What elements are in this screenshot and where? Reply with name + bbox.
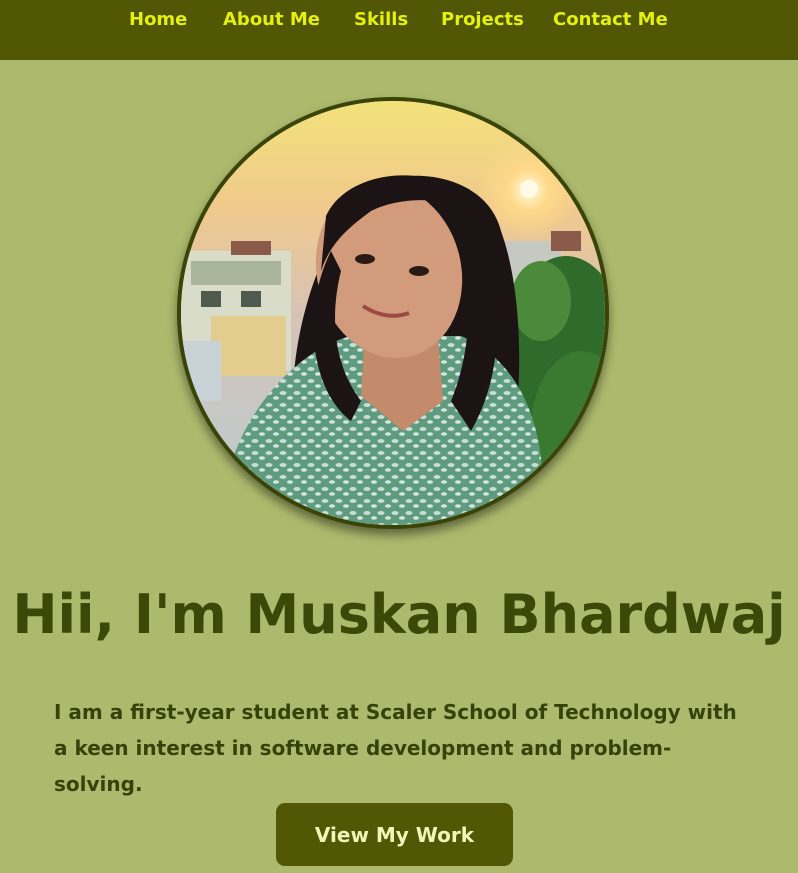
- nav-link-contact-me[interactable]: Contact Me: [553, 9, 668, 31]
- nav-link-skills[interactable]: Skills: [354, 9, 408, 31]
- hero-title: Hii, I'm Muskan Bhardwaj: [12, 583, 786, 646]
- nav-link-home[interactable]: Home: [129, 9, 187, 31]
- navbar: Home About Me Skills Projects Contact Me: [0, 0, 798, 60]
- view-my-work-button[interactable]: View My Work: [276, 803, 513, 866]
- nav-link-about-me[interactable]: About Me: [223, 9, 320, 31]
- profile-photo: [177, 97, 609, 529]
- hero-description: I am a first-year student at Scaler Scho…: [54, 700, 737, 796]
- nav-link-projects[interactable]: Projects: [441, 9, 524, 31]
- profile-photo-image: [181, 101, 605, 525]
